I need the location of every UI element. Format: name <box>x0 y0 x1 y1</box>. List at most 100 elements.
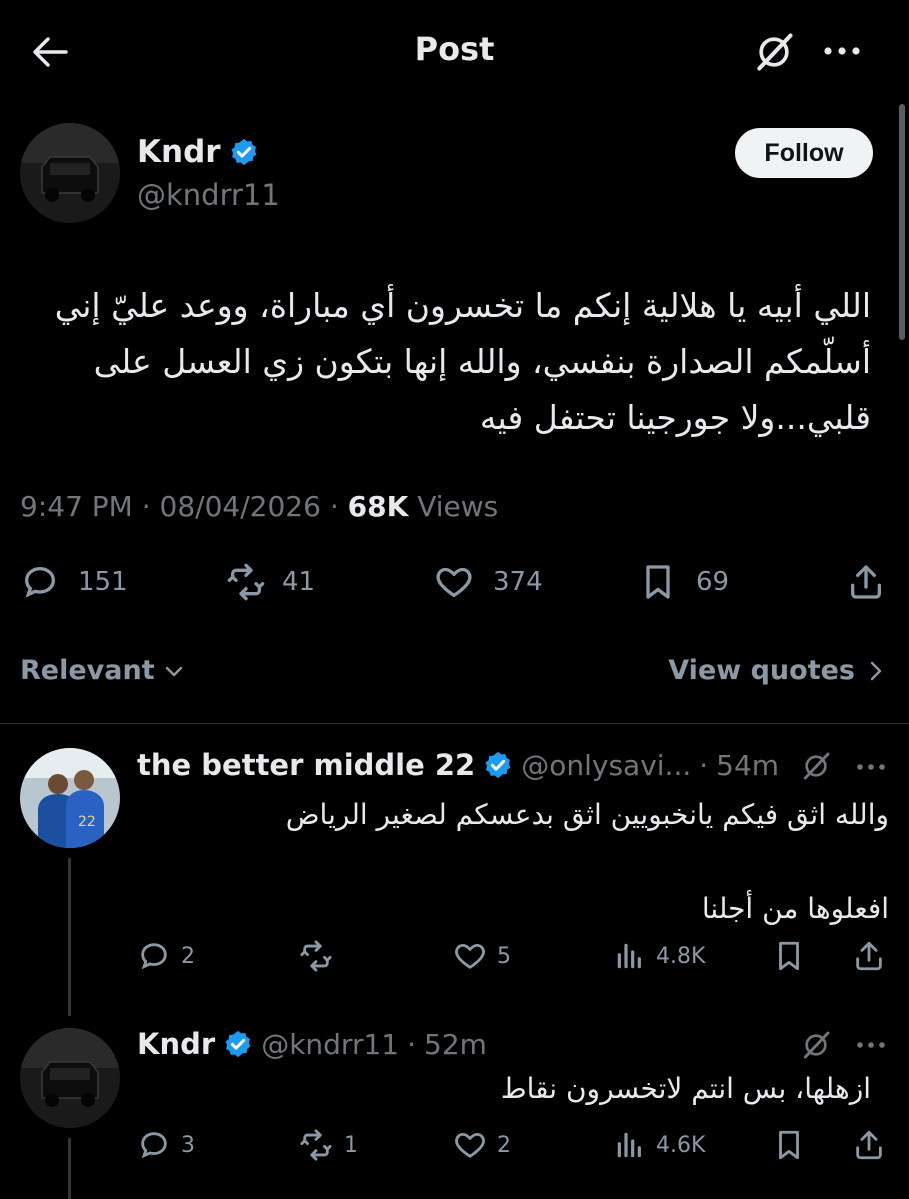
scrollbar[interactable] <box>899 104 905 340</box>
tweet-meta: 9:47 PM · 08/04/2026 · 68K Views <box>20 490 498 523</box>
like-count: 5 <box>497 943 511 969</box>
blue-heart-icon <box>602 889 642 929</box>
grok-icon <box>752 30 796 74</box>
thread-connector <box>68 858 71 1016</box>
like-action[interactable]: 2 <box>453 1128 511 1162</box>
verified-badge-icon <box>229 137 259 167</box>
avatar[interactable] <box>20 1028 120 1128</box>
heart-icon <box>433 562 475 602</box>
tweet-date[interactable]: 08/04/2026 <box>160 490 321 523</box>
meta-separator: · <box>407 1027 416 1061</box>
reply-text: ازهلها، بس انتم لاتخسرون نقاط <box>500 1072 871 1105</box>
reply-more-button[interactable] <box>856 762 886 772</box>
views-count: 4.6K <box>656 1132 706 1158</box>
reply-text-line: افعلوها من أجلنا <box>701 892 889 925</box>
meta-separator: · <box>699 748 709 782</box>
views-label: Views <box>417 490 499 523</box>
verified-badge-icon <box>483 750 513 780</box>
green-heart-icon <box>234 795 274 835</box>
grok-button[interactable] <box>800 750 832 782</box>
meta-separator: · <box>141 490 151 523</box>
repost-action[interactable]: 1 <box>298 1128 358 1162</box>
reply-handle[interactable]: @kndrr11 <box>261 1028 399 1061</box>
views-count: 68K <box>347 490 409 523</box>
reply-text-line: والله اثق فيكم يانخبويين اثق بدعسكم لصغي… <box>285 798 889 831</box>
repost-icon <box>224 562 268 602</box>
grok-icon <box>800 750 832 782</box>
heart-icon <box>453 939 487 973</box>
grok-icon <box>800 1029 832 1061</box>
reply-action[interactable]: 151 <box>20 562 128 602</box>
sort-label: Relevant <box>20 655 155 686</box>
grok-button[interactable] <box>800 1029 832 1061</box>
view-quotes-link[interactable]: View quotes <box>668 655 883 686</box>
car-avatar-image <box>20 123 120 223</box>
verified-badge-icon <box>223 1029 253 1059</box>
reply-time[interactable]: 54m <box>716 749 779 782</box>
tweet-text-line: أسلّمكم الصدارة بنفسي، والله إنها بتكون … <box>93 342 871 381</box>
green-heart-icon <box>652 889 692 929</box>
views-action[interactable]: 4.8K <box>614 939 705 973</box>
sort-dropdown[interactable]: Relevant <box>20 655 185 686</box>
reply-icon <box>20 562 60 602</box>
football-players-avatar-image: 22 <box>20 748 120 848</box>
share-icon <box>852 1128 886 1162</box>
like-count: 2 <box>497 1132 511 1158</box>
reply-author-name[interactable]: Kndr <box>137 1027 215 1061</box>
chevron-right-icon <box>870 661 882 680</box>
reply-more-button[interactable] <box>856 1040 886 1050</box>
car-avatar-image <box>20 1028 120 1128</box>
bookmark-icon <box>772 1128 806 1162</box>
author-name[interactable]: Kndr <box>137 134 221 170</box>
repost-icon <box>298 939 334 973</box>
views-action[interactable]: 4.6K <box>614 1128 705 1162</box>
like-count: 374 <box>493 567 543 597</box>
repost-count: 41 <box>282 567 316 597</box>
heart-icon <box>453 1128 487 1162</box>
follow-button[interactable]: Follow <box>735 128 873 178</box>
repost-action[interactable] <box>298 939 344 973</box>
avatar[interactable]: 22 <box>20 748 120 848</box>
repost-action[interactable]: 41 <box>224 562 315 602</box>
more-icon <box>857 1042 885 1048</box>
bookmark-icon <box>638 562 678 602</box>
reply-time[interactable]: 52m <box>424 1028 487 1061</box>
chevron-down-icon <box>165 666 182 676</box>
reply-count: 151 <box>78 567 128 597</box>
tweet-text-line: قلبي...ولا جورجينا تحتفل فيه <box>479 398 871 437</box>
bookmark-button[interactable] <box>772 1128 806 1162</box>
green-heart-icon <box>803 842 843 882</box>
svg-text:22: 22 <box>78 814 96 830</box>
reply-action[interactable]: 3 <box>137 1128 195 1162</box>
reply-icon <box>137 1128 171 1162</box>
reply-author-name[interactable]: the better middle 22 <box>137 748 475 782</box>
bookmark-button[interactable] <box>772 939 806 973</box>
tweet-time[interactable]: 9:47 PM <box>20 490 133 523</box>
tweet-text-line: اللي أبيه يا هلالية إنكم ما تخسرون أي مب… <box>54 286 871 325</box>
bookmark-action[interactable]: 69 <box>638 562 729 602</box>
repost-icon <box>298 1128 334 1162</box>
meta-separator: · <box>329 490 339 523</box>
like-action[interactable]: 5 <box>453 939 511 973</box>
grok-button[interactable] <box>752 30 796 74</box>
more-options-button[interactable] <box>822 44 862 58</box>
tweet-text: اللي أبيه يا هلالية إنكم ما تخسرون أي مب… <box>21 278 871 446</box>
share-button[interactable] <box>852 939 886 973</box>
avatar[interactable] <box>20 123 120 223</box>
share-icon <box>852 939 886 973</box>
share-button[interactable] <box>846 562 886 602</box>
more-icon <box>824 47 860 55</box>
reply-handle[interactable]: @onlysavi... <box>521 749 691 782</box>
reply-text: والله اثق فيكم يانخبويين اثق بدعسكم لصغي… <box>129 792 889 932</box>
share-button[interactable] <box>852 1128 886 1162</box>
reply-action[interactable]: 2 <box>137 939 195 973</box>
bookmark-icon <box>772 939 806 973</box>
reply-count: 2 <box>181 943 195 969</box>
like-action[interactable]: 374 <box>433 562 543 602</box>
repost-count: 1 <box>344 1132 358 1158</box>
views-icon <box>614 939 646 973</box>
bookmark-count: 69 <box>696 567 730 597</box>
more-icon <box>857 764 885 770</box>
divider <box>0 723 909 724</box>
author-handle[interactable]: @kndrr11 <box>137 178 280 212</box>
